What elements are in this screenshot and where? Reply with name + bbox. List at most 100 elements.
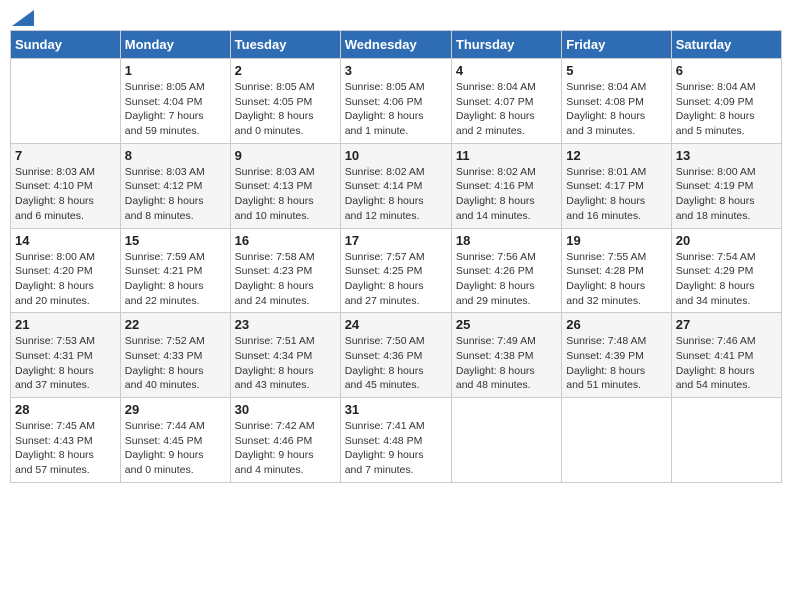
calendar-cell: 19Sunrise: 7:55 AMSunset: 4:28 PMDayligh… bbox=[562, 228, 671, 313]
header-thursday: Thursday bbox=[451, 31, 561, 59]
day-number: 7 bbox=[15, 148, 116, 163]
day-number: 27 bbox=[676, 317, 777, 332]
day-number: 13 bbox=[676, 148, 777, 163]
day-info: Sunrise: 7:42 AMSunset: 4:46 PMDaylight:… bbox=[235, 419, 336, 478]
calendar-cell: 21Sunrise: 7:53 AMSunset: 4:31 PMDayligh… bbox=[11, 313, 121, 398]
calendar-table: SundayMondayTuesdayWednesdayThursdayFrid… bbox=[10, 30, 782, 483]
calendar-cell: 3 Sunrise: 8:05 AMSunset: 4:06 PMDaylight… bbox=[340, 59, 451, 144]
calendar-cell: 20 Sunrise: 7:54 AMSunset: 4:29 PMDayligh… bbox=[671, 228, 781, 313]
calendar-cell: 13 Sunrise: 8:00 AMSunset: 4:19 PMDayligh… bbox=[671, 143, 781, 228]
calendar-cell: 27 Sunrise: 7:46 AMSunset: 4:41 PMDayligh… bbox=[671, 313, 781, 398]
day-info: Sunrise: 8:04 AMSunset: 4:09 PMDaylight:… bbox=[676, 80, 777, 139]
day-info: Sunrise: 8:05 AMSunset: 4:04 PMDaylight:… bbox=[125, 80, 226, 139]
calendar-cell: 25 Sunrise: 7:49 AMSunset: 4:38 PMDayligh… bbox=[451, 313, 561, 398]
day-info: Sunrise: 8:05 AMSunset: 4:06 PMDaylight:… bbox=[345, 80, 447, 139]
day-number: 22 bbox=[125, 317, 226, 332]
day-number: 25 bbox=[456, 317, 557, 332]
day-info: Sunrise: 7:54 AMSunset: 4:29 PMDaylight:… bbox=[676, 250, 777, 309]
day-info: Sunrise: 7:44 AMSunset: 4:45 PMDaylight:… bbox=[125, 419, 226, 478]
calendar-cell: 9 Sunrise: 8:03 AMSunset: 4:13 PMDaylight… bbox=[230, 143, 340, 228]
calendar-cell: 31 Sunrise: 7:41 AMSunset: 4:48 PMDayligh… bbox=[340, 398, 451, 483]
day-number: 26 bbox=[566, 317, 666, 332]
calendar-cell: 7Sunrise: 8:03 AMSunset: 4:10 PMDaylight… bbox=[11, 143, 121, 228]
calendar-cell: 2 Sunrise: 8:05 AMSunset: 4:05 PMDaylight… bbox=[230, 59, 340, 144]
day-number: 14 bbox=[15, 233, 116, 248]
day-info: Sunrise: 8:05 AMSunset: 4:05 PMDaylight:… bbox=[235, 80, 336, 139]
header-friday: Friday bbox=[562, 31, 671, 59]
day-info: Sunrise: 7:58 AMSunset: 4:23 PMDaylight:… bbox=[235, 250, 336, 309]
day-number: 29 bbox=[125, 402, 226, 417]
day-info: Sunrise: 8:04 AMSunset: 4:08 PMDaylight:… bbox=[566, 80, 666, 139]
calendar-cell: 14 Sunrise: 8:00 AMSunset: 4:20 PMDayligh… bbox=[11, 228, 121, 313]
day-info: Sunrise: 8:04 AMSunset: 4:07 PMDaylight:… bbox=[456, 80, 557, 139]
day-number: 9 bbox=[235, 148, 336, 163]
header-saturday: Saturday bbox=[671, 31, 781, 59]
calendar-cell: 16Sunrise: 7:58 AMSunset: 4:23 PMDayligh… bbox=[230, 228, 340, 313]
day-info: Sunrise: 7:59 AMSunset: 4:21 PMDaylight:… bbox=[125, 250, 226, 309]
header-tuesday: Tuesday bbox=[230, 31, 340, 59]
day-info: Sunrise: 8:00 AMSunset: 4:19 PMDaylight:… bbox=[676, 165, 777, 224]
day-info: Sunrise: 8:03 AMSunset: 4:13 PMDaylight:… bbox=[235, 165, 336, 224]
header-monday: Monday bbox=[120, 31, 230, 59]
day-number: 17 bbox=[345, 233, 447, 248]
day-info: Sunrise: 8:01 AMSunset: 4:17 PMDaylight:… bbox=[566, 165, 666, 224]
day-number: 31 bbox=[345, 402, 447, 417]
logo-icon bbox=[12, 10, 34, 26]
day-number: 23 bbox=[235, 317, 336, 332]
day-info: Sunrise: 7:48 AMSunset: 4:39 PMDaylight:… bbox=[566, 334, 666, 393]
calendar-cell: 29 Sunrise: 7:44 AMSunset: 4:45 PMDayligh… bbox=[120, 398, 230, 483]
header-wednesday: Wednesday bbox=[340, 31, 451, 59]
calendar-week-3: 14 Sunrise: 8:00 AMSunset: 4:20 PMDayligh… bbox=[11, 228, 782, 313]
day-number: 2 bbox=[235, 63, 336, 78]
day-info: Sunrise: 7:52 AMSunset: 4:33 PMDaylight:… bbox=[125, 334, 226, 393]
calendar-cell: 24 Sunrise: 7:50 AMSunset: 4:36 PMDayligh… bbox=[340, 313, 451, 398]
calendar-cell: 10 Sunrise: 8:02 AMSunset: 4:14 PMDayligh… bbox=[340, 143, 451, 228]
day-info: Sunrise: 7:53 AMSunset: 4:31 PMDaylight:… bbox=[15, 334, 116, 393]
day-number: 4 bbox=[456, 63, 557, 78]
day-number: 6 bbox=[676, 63, 777, 78]
calendar-header-row: SundayMondayTuesdayWednesdayThursdayFrid… bbox=[11, 31, 782, 59]
calendar-cell: 5 Sunrise: 8:04 AMSunset: 4:08 PMDaylight… bbox=[562, 59, 671, 144]
day-info: Sunrise: 7:49 AMSunset: 4:38 PMDaylight:… bbox=[456, 334, 557, 393]
day-number: 10 bbox=[345, 148, 447, 163]
calendar-cell: 12 Sunrise: 8:01 AMSunset: 4:17 PMDayligh… bbox=[562, 143, 671, 228]
day-number: 5 bbox=[566, 63, 666, 78]
calendar-cell: 26 Sunrise: 7:48 AMSunset: 4:39 PMDayligh… bbox=[562, 313, 671, 398]
calendar-week-2: 7Sunrise: 8:03 AMSunset: 4:10 PMDaylight… bbox=[11, 143, 782, 228]
day-info: Sunrise: 8:02 AMSunset: 4:14 PMDaylight:… bbox=[345, 165, 447, 224]
day-info: Sunrise: 8:02 AMSunset: 4:16 PMDaylight:… bbox=[456, 165, 557, 224]
header-sunday: Sunday bbox=[11, 31, 121, 59]
calendar-cell: 17 Sunrise: 7:57 AMSunset: 4:25 PMDayligh… bbox=[340, 228, 451, 313]
day-number: 12 bbox=[566, 148, 666, 163]
calendar-week-5: 28Sunrise: 7:45 AMSunset: 4:43 PMDayligh… bbox=[11, 398, 782, 483]
calendar-week-4: 21Sunrise: 7:53 AMSunset: 4:31 PMDayligh… bbox=[11, 313, 782, 398]
calendar-body: 1 Sunrise: 8:05 AMSunset: 4:04 PMDaylight… bbox=[11, 59, 782, 483]
day-info: Sunrise: 7:41 AMSunset: 4:48 PMDaylight:… bbox=[345, 419, 447, 478]
day-number: 8 bbox=[125, 148, 226, 163]
logo bbox=[10, 10, 34, 22]
day-info: Sunrise: 7:51 AMSunset: 4:34 PMDaylight:… bbox=[235, 334, 336, 393]
day-info: Sunrise: 7:46 AMSunset: 4:41 PMDaylight:… bbox=[676, 334, 777, 393]
calendar-cell: 4 Sunrise: 8:04 AMSunset: 4:07 PMDaylight… bbox=[451, 59, 561, 144]
day-number: 3 bbox=[345, 63, 447, 78]
calendar-cell: 18Sunrise: 7:56 AMSunset: 4:26 PMDayligh… bbox=[451, 228, 561, 313]
day-number: 20 bbox=[676, 233, 777, 248]
day-number: 1 bbox=[125, 63, 226, 78]
calendar-cell: 23 Sunrise: 7:51 AMSunset: 4:34 PMDayligh… bbox=[230, 313, 340, 398]
calendar-cell bbox=[451, 398, 561, 483]
day-info: Sunrise: 7:57 AMSunset: 4:25 PMDaylight:… bbox=[345, 250, 447, 309]
calendar-cell: 22 Sunrise: 7:52 AMSunset: 4:33 PMDayligh… bbox=[120, 313, 230, 398]
day-info: Sunrise: 8:03 AMSunset: 4:12 PMDaylight:… bbox=[125, 165, 226, 224]
day-number: 19 bbox=[566, 233, 666, 248]
day-number: 18 bbox=[456, 233, 557, 248]
day-number: 30 bbox=[235, 402, 336, 417]
calendar-cell bbox=[11, 59, 121, 144]
day-number: 24 bbox=[345, 317, 447, 332]
day-info: Sunrise: 7:50 AMSunset: 4:36 PMDaylight:… bbox=[345, 334, 447, 393]
calendar-cell: 15Sunrise: 7:59 AMSunset: 4:21 PMDayligh… bbox=[120, 228, 230, 313]
day-number: 11 bbox=[456, 148, 557, 163]
day-info: Sunrise: 8:00 AMSunset: 4:20 PMDaylight:… bbox=[15, 250, 116, 309]
calendar-cell: 11 Sunrise: 8:02 AMSunset: 4:16 PMDayligh… bbox=[451, 143, 561, 228]
page-header bbox=[10, 10, 782, 22]
calendar-cell bbox=[671, 398, 781, 483]
